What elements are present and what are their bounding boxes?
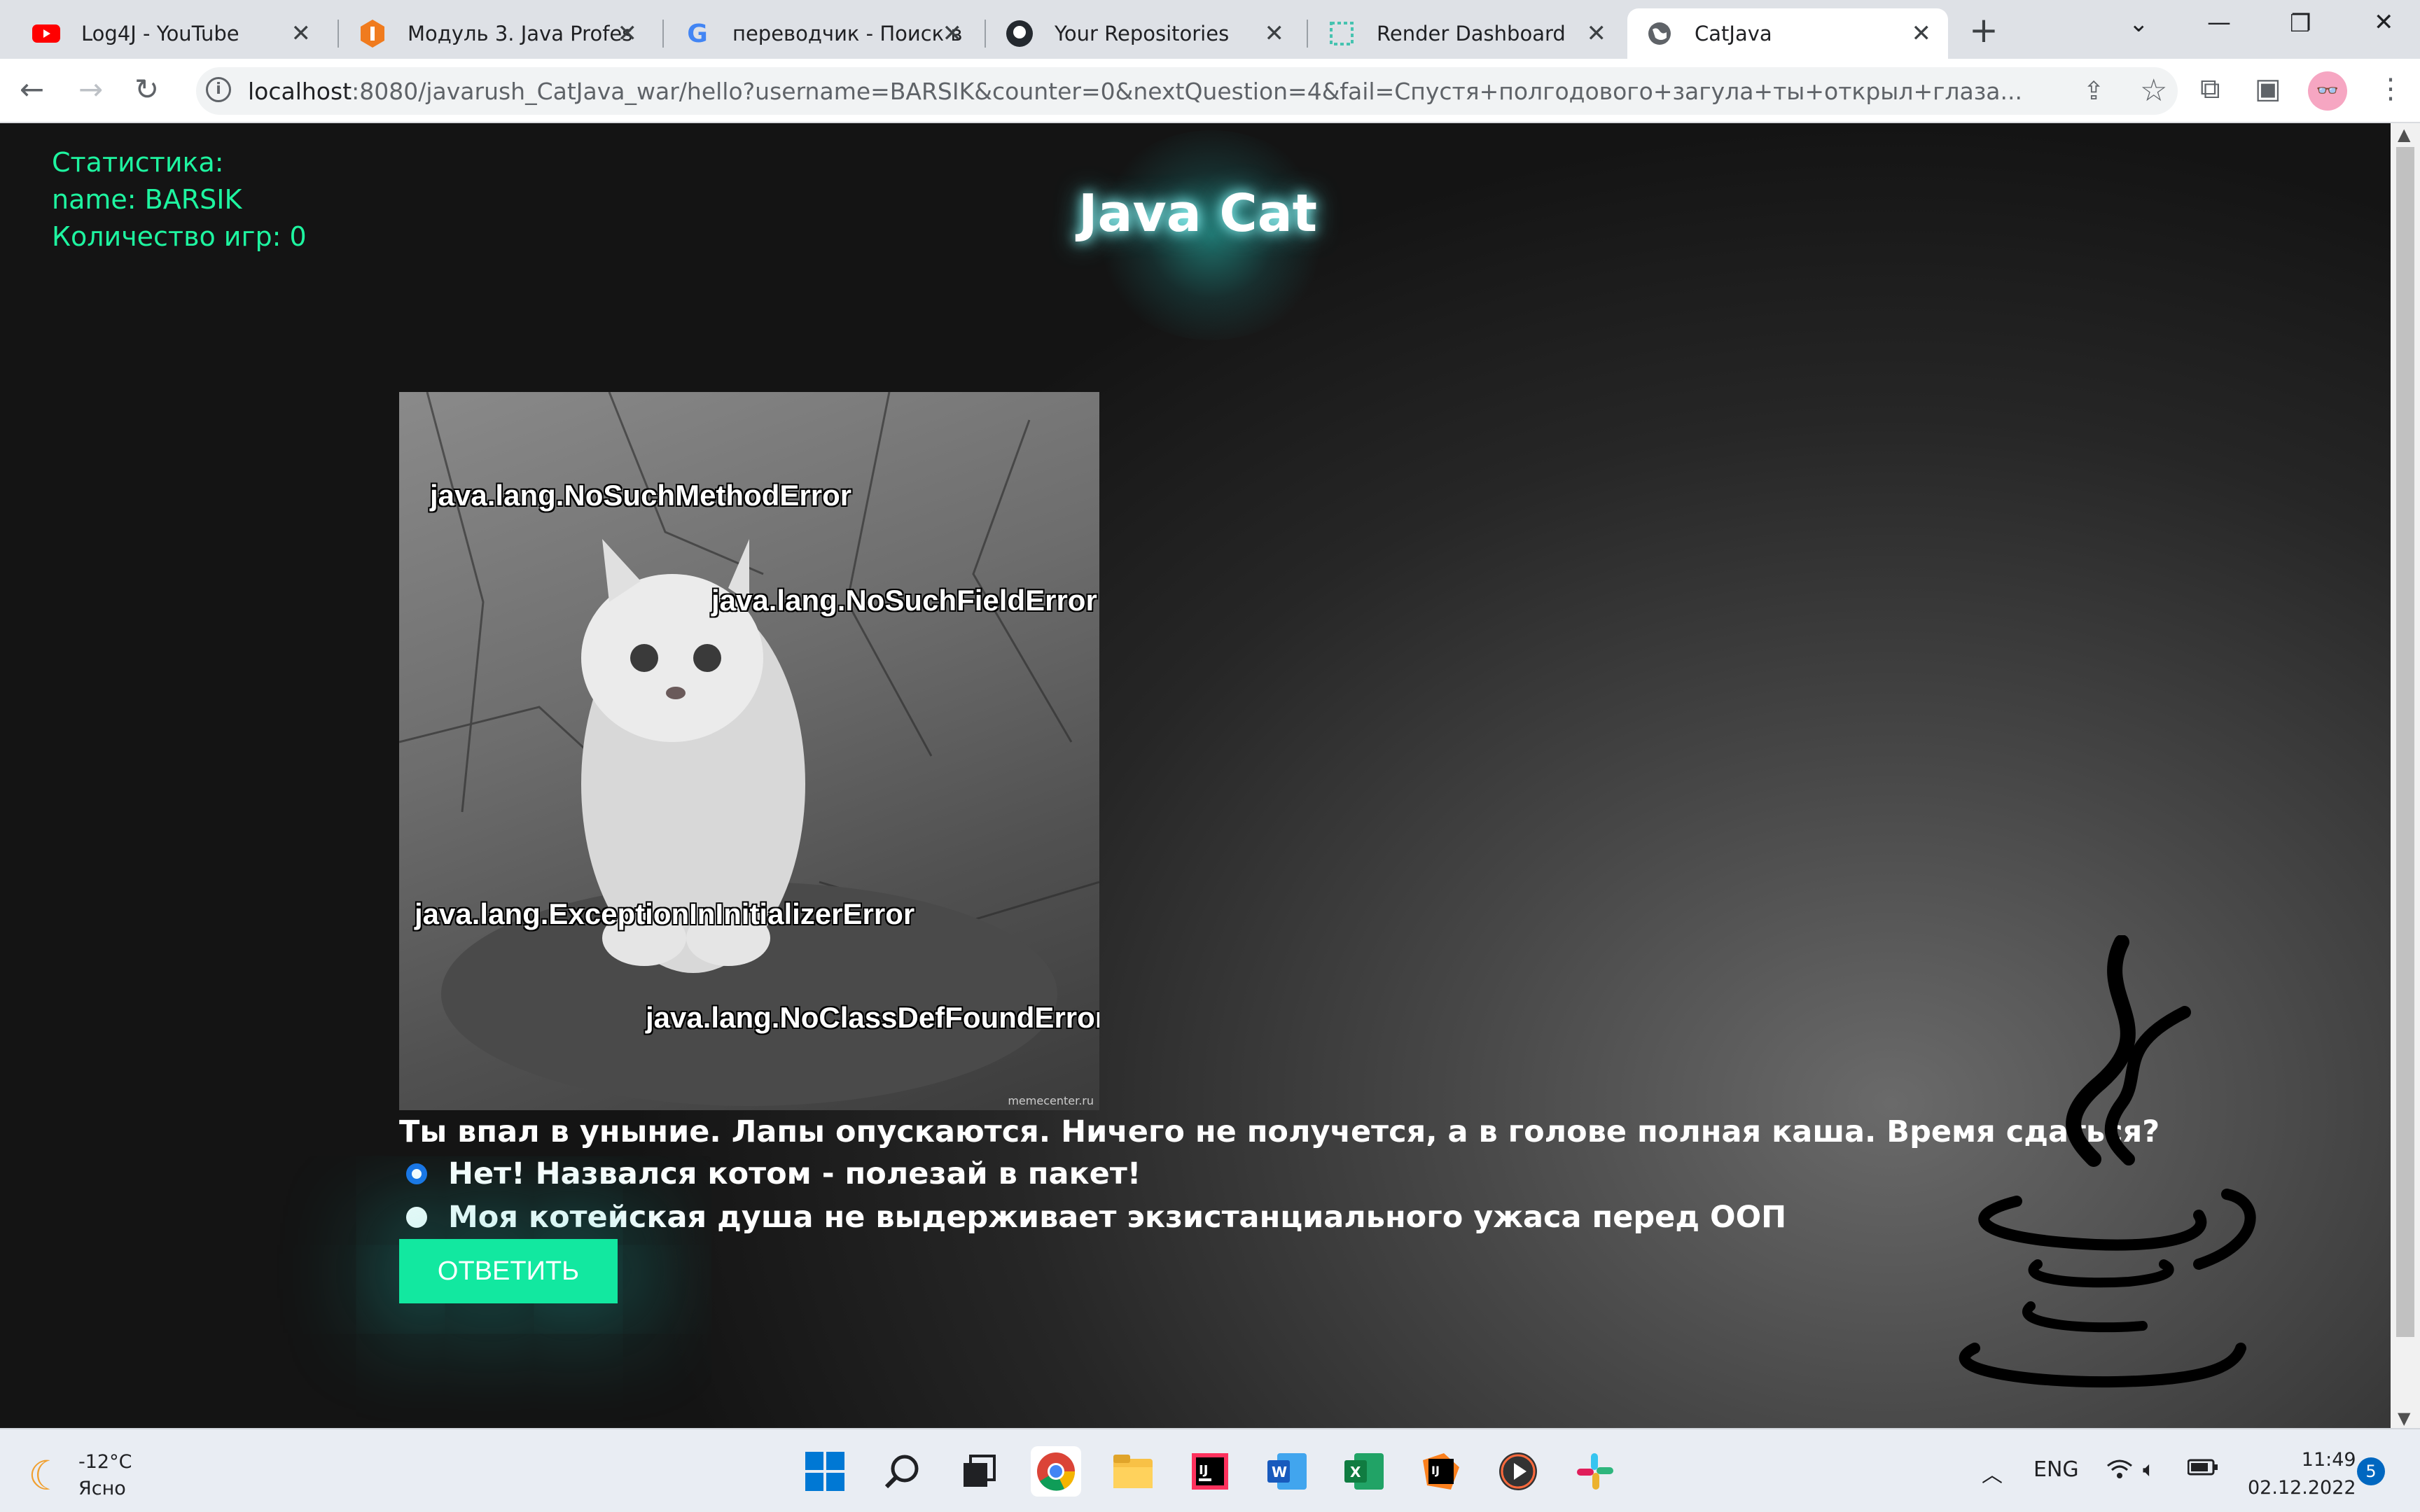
tab-javarush[interactable]: Модуль 3. Java Profes ✕ <box>340 8 654 59</box>
word-icon[interactable]: W <box>1262 1446 1312 1497</box>
new-tab-button[interactable]: + <box>1969 10 1998 50</box>
battery-icon[interactable] <box>2187 1457 2218 1482</box>
close-window-button[interactable]: ✕ <box>2374 8 2394 36</box>
java-logo-icon <box>1959 935 2256 1388</box>
browser-tabstrip: Log4J - YouTube ✕ Модуль 3. Java Profes … <box>0 0 2420 59</box>
intellij-idea-icon[interactable]: IJ <box>1185 1446 1235 1497</box>
chrome-icon[interactable] <box>1031 1446 1081 1497</box>
close-tab-icon[interactable]: ✕ <box>1912 20 1932 48</box>
svg-text:IJ: IJ <box>1431 1464 1440 1477</box>
close-tab-icon[interactable]: ✕ <box>291 20 312 48</box>
system-clock[interactable]: 11:49 02.12.2022 <box>2248 1446 2356 1502</box>
tab-google[interactable]: G переводчик - Поиск в ✕ <box>665 8 979 59</box>
answer-option-label: Нет! Назвался котом - полезай в пакет! <box>448 1156 1141 1191</box>
browser-toolbar: ← → ↻ i localhost:8080/javarush_CatJava_… <box>0 59 2420 123</box>
file-explorer-icon[interactable] <box>1108 1446 1158 1497</box>
windows-taskbar: ☾ -12°C Ясно IJ W X IJ ︿ ENG 🔈︎ 11:49 02… <box>0 1428 2420 1512</box>
media-player-icon[interactable] <box>1493 1446 1543 1497</box>
clock-time: 11:49 <box>2301 1449 2356 1471</box>
slack-icon[interactable] <box>1570 1446 1620 1497</box>
intellij-ultimate-icon[interactable]: IJ <box>1416 1446 1466 1497</box>
tab-github[interactable]: Your Repositories ✕ <box>987 8 1301 59</box>
back-button[interactable]: ← <box>20 73 44 106</box>
radio-button-selected[interactable] <box>406 1163 427 1184</box>
meme-caption: java.lang.NoSuchMethodError <box>430 479 852 512</box>
stats-heading: Статистика: <box>52 147 224 178</box>
close-tab-icon[interactable]: ✕ <box>1587 20 1607 48</box>
cat-meme-image: java.lang.NoSuchMethodError java.lang.No… <box>399 392 1099 1110</box>
statistics-panel: Статистика: name: BARSIK Количество игр:… <box>52 144 307 255</box>
render-icon <box>1328 20 1356 48</box>
profile-avatar[interactable]: 👓 <box>2308 71 2347 111</box>
url-text[interactable]: localhost:8080/javarush_CatJava_war/hell… <box>248 78 2022 105</box>
stats-games-count: Количество игр: 0 <box>52 221 307 252</box>
youtube-icon <box>32 20 60 48</box>
github-icon <box>1006 20 1034 48</box>
svg-text:IJ: IJ <box>1199 1463 1208 1478</box>
scrollbar-thumb[interactable] <box>2396 147 2414 1337</box>
google-icon: G <box>687 19 708 48</box>
close-tab-icon[interactable]: ✕ <box>943 20 963 48</box>
weather-desc: Ясно <box>78 1478 126 1499</box>
question-text: Ты впал в уныние. Лапы опускаются. Ничег… <box>399 1114 2160 1149</box>
tab-title: CatJava <box>1695 22 1772 46</box>
extensions-puzzle-icon[interactable]: ⧉ <box>2200 73 2220 105</box>
stats-name: name: BARSIK <box>52 184 242 215</box>
minimize-button[interactable]: — <box>2207 8 2231 36</box>
forward-button[interactable]: → <box>78 73 103 106</box>
svg-text:W: W <box>1272 1464 1287 1480</box>
clock-date: 02.12.2022 <box>2248 1477 2356 1499</box>
meme-caption: java.lang.ExceptionInInitializerError <box>415 897 915 930</box>
language-indicator[interactable]: ENG <box>2033 1457 2079 1482</box>
moon-icon: ☾ <box>28 1452 64 1499</box>
wifi-icon[interactable] <box>2106 1457 2133 1485</box>
share-icon[interactable]: ⇪ <box>2083 77 2104 106</box>
page-content: Статистика: name: BARSIK Количество игр:… <box>0 123 2391 1428</box>
image-watermark: memecenter.ru <box>1008 1094 1094 1107</box>
volume-icon[interactable]: 🔈︎ <box>2143 1457 2155 1482</box>
menu-kebab-icon[interactable]: ⋮ <box>2377 73 2405 105</box>
tray-chevron-up-icon[interactable]: ︿ <box>1982 1457 2003 1488</box>
notification-badge[interactable]: 5 <box>2357 1457 2385 1485</box>
bookmark-star-icon[interactable]: ☆ <box>2140 73 2167 108</box>
search-icon[interactable] <box>877 1446 927 1497</box>
restore-button[interactable]: ❐ <box>2290 10 2311 38</box>
close-tab-icon[interactable]: ✕ <box>618 20 638 48</box>
answer-option-2[interactable]: Моя котейская душа не выдерживает экзист… <box>406 1200 1786 1235</box>
task-view-icon[interactable] <box>954 1446 1004 1497</box>
answer-option-1[interactable]: Нет! Назвался котом - полезай в пакет! <box>406 1156 1141 1191</box>
weather-widget[interactable]: ☾ -12°C Ясно <box>28 1449 132 1502</box>
vertical-scrollbar[interactable]: ▲ ▼ <box>2391 123 2420 1428</box>
submit-answer-button[interactable]: ОТВЕТИТЬ <box>399 1239 618 1303</box>
tab-render[interactable]: Render Dashboard ✕ <box>1309 8 1623 59</box>
tab-youtube[interactable]: Log4J - YouTube ✕ <box>14 8 328 59</box>
meme-caption: java.lang.NoClassDefFoundError <box>646 1001 1099 1034</box>
close-tab-icon[interactable]: ✕ <box>1265 20 1285 48</box>
start-windows-icon[interactable] <box>800 1446 850 1497</box>
scroll-down-arrow-icon[interactable]: ▼ <box>2398 1408 2410 1428</box>
meme-caption: java.lang.NoSuchFieldError <box>711 584 1097 617</box>
radio-button[interactable] <box>406 1207 427 1228</box>
side-panel-icon[interactable]: ▣ <box>2255 73 2281 105</box>
answer-option-label: Моя котейская душа не выдерживает экзист… <box>448 1200 1787 1235</box>
weather-temp: -12°C <box>78 1451 132 1473</box>
excel-icon[interactable]: X <box>1339 1446 1389 1497</box>
page-title: Java Cat <box>1078 183 1318 244</box>
site-info-icon[interactable]: i <box>206 77 231 102</box>
scroll-up-arrow-icon[interactable]: ▲ <box>2398 125 2410 144</box>
reload-button[interactable]: ↻ <box>134 73 159 106</box>
tab-search-icon[interactable]: ⌄ <box>2129 10 2149 38</box>
svg-text:X: X <box>1350 1464 1361 1480</box>
globe-icon <box>1646 20 1674 48</box>
javarush-icon <box>359 20 387 48</box>
address-bar[interactable]: i localhost:8080/javarush_CatJava_war/he… <box>196 67 2178 115</box>
tab-catjava[interactable]: CatJava ✕ <box>1627 8 1948 59</box>
